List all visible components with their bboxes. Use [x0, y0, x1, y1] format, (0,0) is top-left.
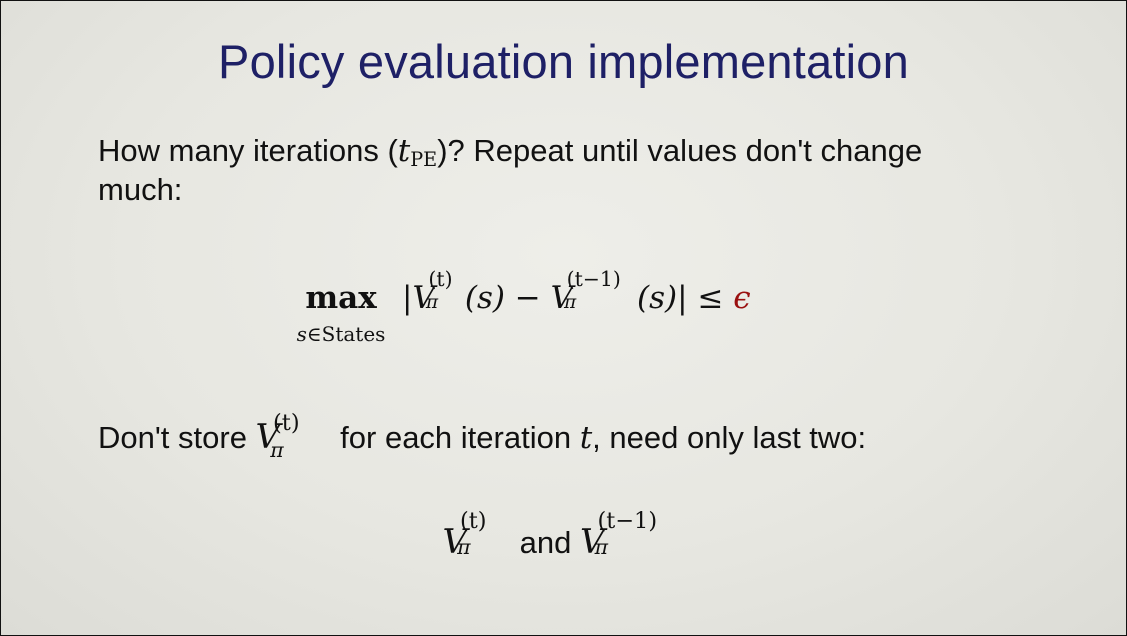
superscript-t1-text: (t−1) — [566, 267, 621, 292]
pi-subscript: π — [594, 534, 609, 559]
pi-subscript: π — [425, 291, 439, 313]
max-operator: max — [305, 280, 377, 316]
final-value-t-minus-1: V (t−1) π — [580, 508, 657, 562]
storage-note-tail: , need only last two: — [592, 420, 867, 455]
t-pe-symbol: tPE — [397, 133, 438, 172]
max-subscript: s∈States — [282, 322, 400, 346]
iterations-question-tail: )? Repeat until values don't change — [437, 133, 923, 168]
storage-note-middle: for each iteration — [331, 420, 580, 455]
superscript-t-minus-1: (t−1) — [567, 267, 621, 291]
and-word: and — [511, 525, 580, 560]
last-two-values: V (t) π and V (t−1) π — [0, 508, 1127, 562]
leq-sign: ≤ — [687, 280, 734, 316]
value-t: V (t) π — [412, 267, 452, 316]
final-value-t: V (t) π — [442, 508, 486, 562]
superscript-t: (t) — [428, 267, 452, 291]
abs-open: | — [402, 280, 413, 316]
pi-subscript: π — [270, 437, 284, 462]
pe-subscript: PE — [410, 148, 438, 172]
max-subscript-var: s — [296, 322, 307, 346]
t-symbol: t — [397, 133, 411, 169]
minus-sign: − — [504, 280, 551, 316]
superscript-t-text: (t) — [459, 508, 487, 535]
abs-close: | — [677, 280, 688, 316]
superscript-t-minus-1: (t−1) — [597, 508, 657, 534]
abs-difference-expression: |V (t) π (s) − V (t−1) π (s)| ≤ ϵ — [402, 267, 751, 316]
inline-value-wrapper: V (t) π — [256, 410, 332, 462]
state-arg-1: (s) — [464, 280, 505, 316]
max-subscript-set: ∈States — [306, 322, 386, 346]
pi-subscript: π — [564, 291, 577, 313]
state-arg-2: (s) — [637, 280, 678, 316]
slide: Policy evaluation implementation How man… — [0, 0, 1127, 636]
slide-title: Policy evaluation implementation — [218, 35, 909, 88]
iterations-question: How many iterations (tPE)? Repeat until … — [98, 132, 922, 174]
superscript-t1-text: (t−1) — [597, 508, 658, 535]
pi-subscript: π — [457, 534, 471, 559]
superscript-t-text: (t) — [428, 267, 453, 292]
superscript-t: (t) — [460, 508, 487, 534]
storage-note: Don't store V (t) π for each iteration t, … — [98, 410, 867, 462]
epsilon-symbol: ϵ — [733, 280, 751, 316]
t-symbol: t — [579, 420, 593, 456]
iterations-question-line2: much: — [98, 172, 183, 207]
inline-value-t: V (t) π — [256, 410, 300, 462]
value-t-minus-1: V (t−1) π — [551, 267, 621, 316]
convergence-formula: max s∈States |V (t) π (s) − V (t−1) π (s)| ≤ ϵ — [0, 267, 1127, 362]
storage-note-lead: Don't store — [98, 420, 256, 455]
iterations-question-lead: How many iterations ( — [98, 133, 398, 168]
